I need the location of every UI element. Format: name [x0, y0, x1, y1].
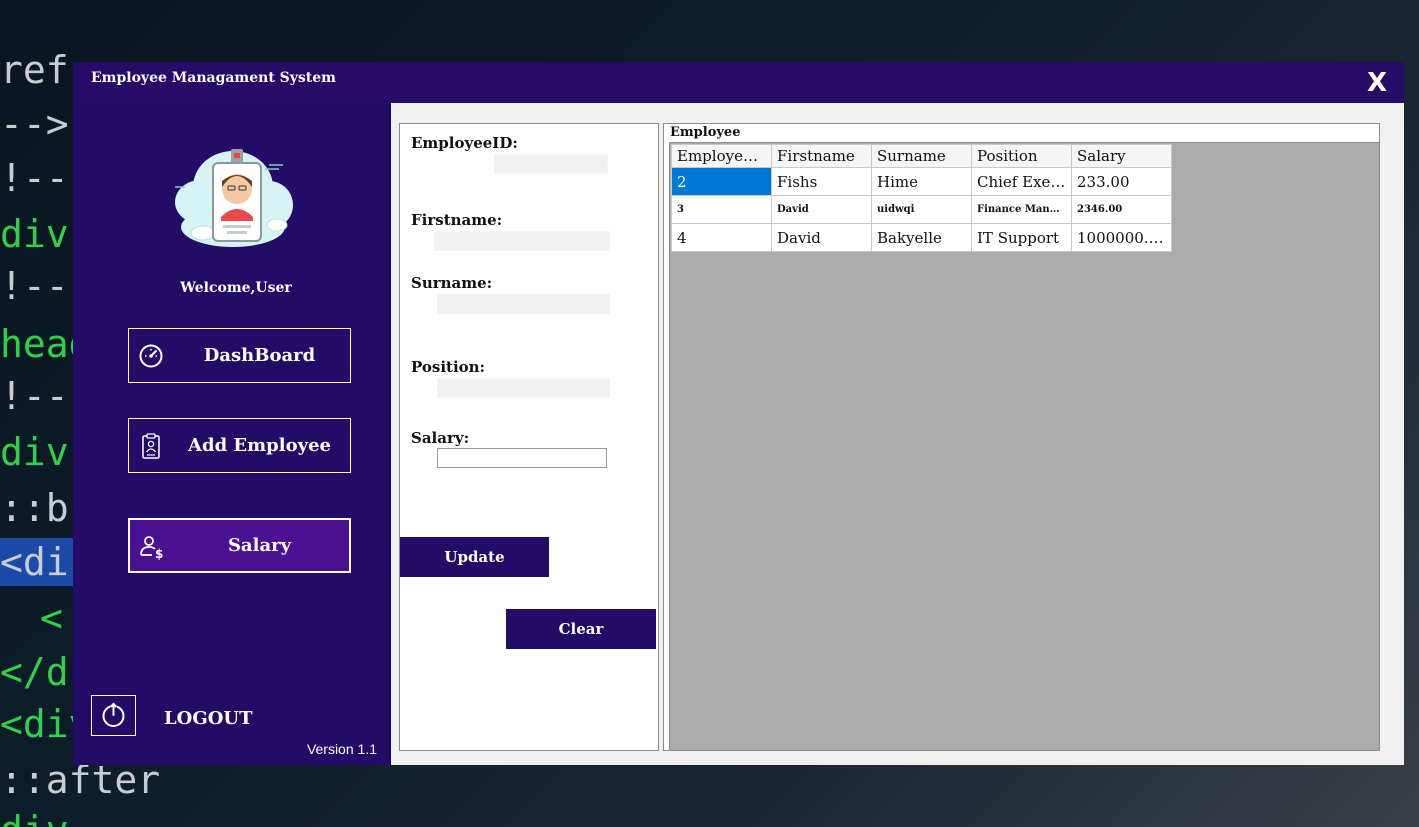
welcome-text: Welcome,User: [180, 280, 292, 296]
column-header-position[interactable]: Position: [971, 144, 1072, 168]
table-cell[interactable]: Hime: [871, 167, 972, 196]
firstname-label: Firstname:: [411, 211, 503, 229]
dashboard-label: DashBoard: [203, 345, 316, 366]
table-cell[interactable]: 1000000.00: [1071, 223, 1172, 252]
table-cell[interactable]: 3: [671, 195, 772, 224]
position-label: Position:: [411, 358, 486, 376]
dashboard-button[interactable]: DashBoard: [128, 328, 351, 383]
salary-field-label: Salary:: [411, 429, 470, 447]
employee-table: EmployeeID Firstname Surname Position Sa…: [671, 144, 1172, 252]
employee-form-panel: EmployeeID: Firstname: Surname: Position…: [399, 123, 659, 751]
svg-text:$: $: [155, 547, 163, 561]
add-employee-button[interactable]: Add Employee: [128, 418, 351, 473]
table-cell[interactable]: 2: [671, 167, 772, 196]
table-row[interactable]: 4 David Bakyelle IT Support 1000000.00: [671, 223, 1172, 252]
close-button[interactable]: X: [1364, 68, 1390, 98]
table-cell[interactable]: Chief Executive: [971, 167, 1072, 196]
clipboard-user-icon: [142, 433, 160, 459]
surname-label: Surname:: [411, 274, 493, 292]
table-cell[interactable]: 233.00: [1071, 167, 1172, 196]
user-dollar-icon: $: [140, 536, 163, 561]
app-window: Employee Managament System X Welcome,Use…: [73, 62, 1404, 765]
column-header-surname[interactable]: Surname: [871, 144, 972, 168]
sidebar: Welcome,User DashBoard Add Employee $ Sa…: [73, 103, 391, 765]
salary-label: Salary: [227, 535, 292, 556]
salary-input[interactable]: [437, 448, 607, 468]
table-header-row: EmployeeID Firstname Surname Position Sa…: [671, 144, 1172, 168]
table-cell[interactable]: Bakyelle: [871, 223, 972, 252]
employee-id-label: EmployeeID:: [411, 134, 518, 152]
window-title: Employee Managament System: [91, 70, 336, 86]
code-line: !--: [0, 156, 69, 200]
column-header-firstname[interactable]: Firstname: [771, 144, 872, 168]
speedometer-icon: [139, 344, 163, 368]
table-cell[interactable]: Fishs: [771, 167, 872, 196]
firstname-input[interactable]: [434, 231, 610, 251]
column-header-employeeid[interactable]: EmployeeID: [671, 144, 772, 168]
code-line: div: [0, 806, 69, 827]
table-cell[interactable]: 2346.00: [1071, 195, 1172, 224]
add-employee-label: Add Employee: [188, 435, 331, 456]
update-button[interactable]: Update: [400, 537, 549, 577]
clear-button[interactable]: Clear: [506, 609, 656, 649]
code-line: !--: [0, 374, 69, 418]
salary-button[interactable]: $ Salary: [128, 518, 351, 573]
table-row[interactable]: 3 David uidwqi Finance Manager 2346.00: [671, 195, 1172, 224]
power-icon[interactable]: [91, 695, 136, 736]
code-line: </d: [0, 650, 69, 694]
employee-table-panel: Employee EmployeeID Firstname Surname Po…: [663, 123, 1380, 751]
table-cell[interactable]: 4: [671, 223, 772, 252]
table-caption: Employee: [670, 125, 741, 140]
surname-input[interactable]: [437, 294, 610, 314]
table-cell[interactable]: uidwqi: [871, 195, 972, 224]
code-line: !--: [0, 264, 69, 308]
code-line: <: [40, 596, 63, 640]
table-cell[interactable]: IT Support: [971, 223, 1072, 252]
code-line: div: [0, 212, 69, 256]
data-grid-area[interactable]: EmployeeID Firstname Surname Position Sa…: [669, 142, 1380, 751]
table-cell[interactable]: David: [771, 195, 872, 224]
code-line: ref: [0, 48, 69, 92]
table-cell[interactable]: Finance Manager: [971, 195, 1072, 224]
table-cell[interactable]: David: [771, 223, 872, 252]
employee-id-card-icon: [175, 149, 293, 247]
employee-id-input[interactable]: [494, 154, 608, 174]
code-line: -->: [0, 102, 69, 146]
title-bar[interactable]: Employee Managament System X: [73, 62, 1404, 103]
version-label: Version 1.1: [306, 741, 377, 757]
code-line: div: [0, 430, 69, 474]
logout-button[interactable]: LOGOUT: [164, 708, 252, 729]
code-line: ::b: [0, 486, 69, 530]
code-line-selected: <di: [0, 538, 80, 586]
table-row[interactable]: 2 Fishs Hime Chief Executive 233.00: [671, 167, 1172, 196]
column-header-salary[interactable]: Salary: [1071, 144, 1172, 168]
position-input[interactable]: [437, 378, 610, 398]
